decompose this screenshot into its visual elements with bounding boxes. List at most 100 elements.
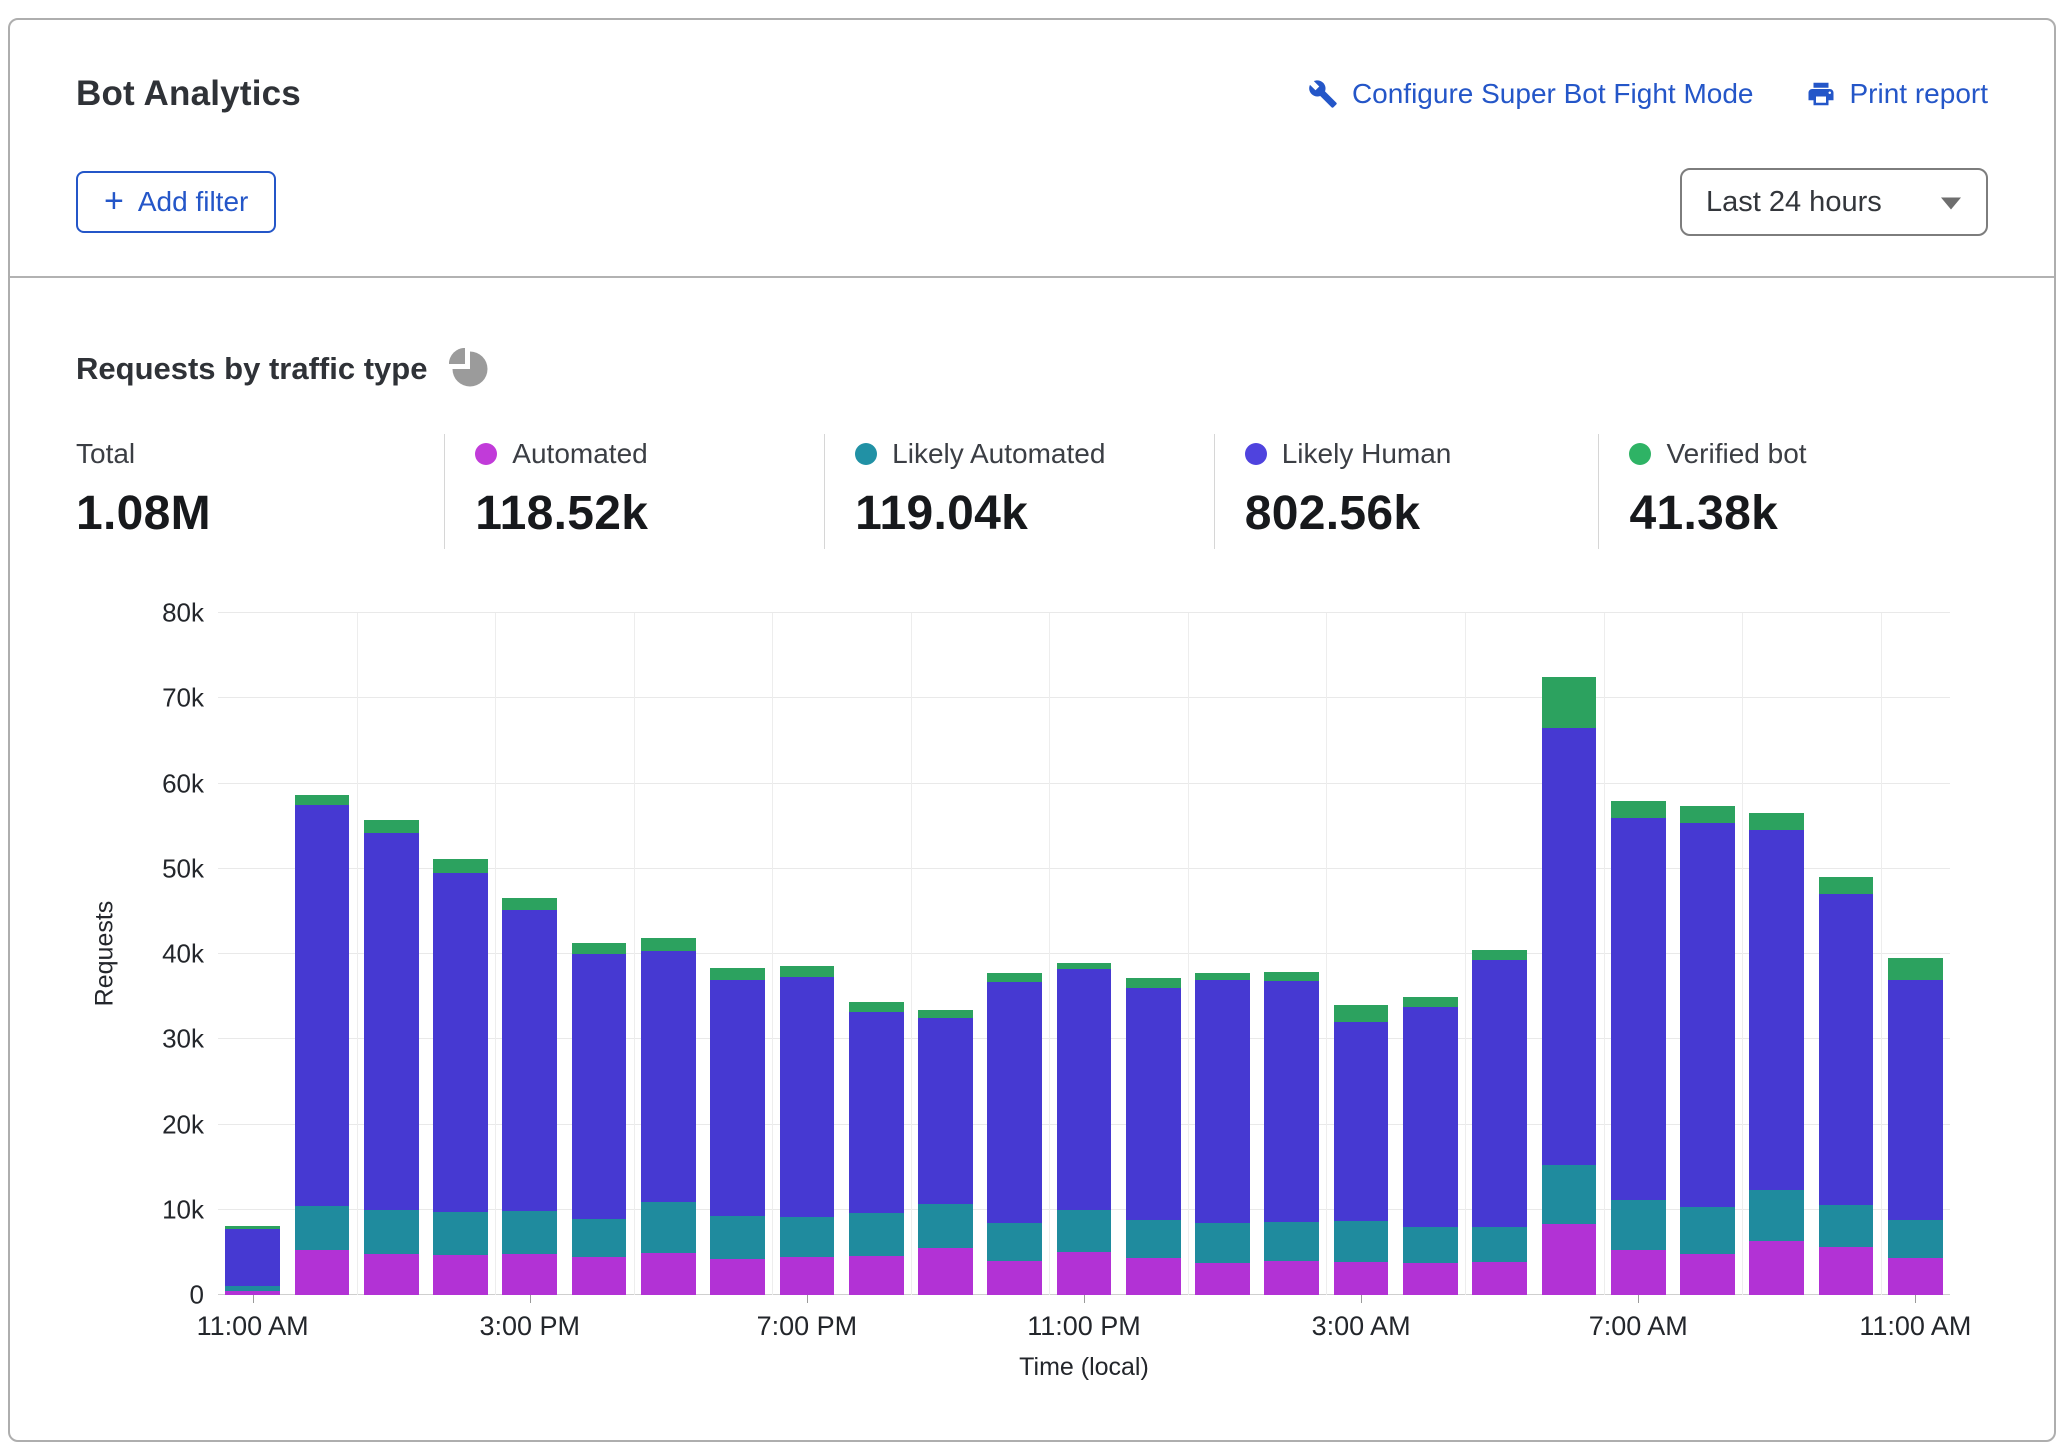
requests-chart: Requests 010k20k30k40k50k60k70k80k 11:00… <box>76 613 1988 1403</box>
bot-analytics-card: Bot Analytics Configure Super Bot Fight … <box>8 18 2056 1442</box>
y-tick-label: 50k <box>162 853 204 884</box>
bar-segment-verified-bot <box>1680 806 1735 823</box>
bar-segment-likely-human <box>1126 988 1181 1220</box>
bar-segment-likely-human <box>1611 818 1666 1200</box>
add-filter-button[interactable]: + Add filter <box>76 171 276 233</box>
bar-segment-likely-automated <box>225 1286 280 1291</box>
bar-7-00-am <box>1611 613 1666 1295</box>
y-tick-label: 0 <box>190 1280 204 1311</box>
v-gridline <box>1326 613 1327 1295</box>
stat-label: Total <box>76 438 135 470</box>
bar-segment-likely-human <box>1403 1007 1458 1227</box>
bar-segment-likely-automated <box>1749 1190 1804 1241</box>
bar-segment-verified-bot <box>295 795 350 805</box>
configure-link-label: Configure Super Bot Fight Mode <box>1352 78 1754 110</box>
bar-9-00-am <box>1749 613 1804 1295</box>
bar-segment-automated <box>433 1255 488 1295</box>
bar-segment-verified-bot <box>710 968 765 980</box>
bar-segment-automated <box>502 1254 557 1295</box>
y-tick-label: 40k <box>162 939 204 970</box>
bar-segment-likely-human <box>364 833 419 1210</box>
bar-segment-likely-automated <box>641 1202 696 1253</box>
bar-segment-likely-automated <box>1264 1222 1319 1261</box>
bar-segment-likely-human <box>918 1018 973 1204</box>
bar-segment-automated <box>1611 1250 1666 1295</box>
bar-12-00-pm <box>295 613 350 1295</box>
automated-dot-icon <box>475 443 497 465</box>
bar-10-00-am <box>1819 613 1874 1295</box>
section-heading: Requests by traffic type <box>76 351 427 387</box>
bar-segment-verified-bot <box>1334 1005 1389 1022</box>
verified-bot-dot-icon <box>1629 443 1651 465</box>
bar-segment-automated <box>364 1254 419 1295</box>
bar-segment-automated <box>1542 1224 1597 1295</box>
bar-segment-automated <box>1334 1262 1389 1295</box>
y-tick-label: 20k <box>162 1109 204 1140</box>
bar-segment-verified-bot <box>225 1226 280 1229</box>
stat-verified-bot: Verified bot 41.38k <box>1598 434 1988 549</box>
bar-segment-likely-human <box>1334 1022 1389 1221</box>
bar-segment-verified-bot <box>502 898 557 910</box>
bar-1-00-pm <box>364 613 419 1295</box>
time-range-select[interactable]: Last 24 hours <box>1680 168 1988 236</box>
print-link-label: Print report <box>1850 78 1989 110</box>
bar-segment-likely-automated <box>1611 1200 1666 1250</box>
bar-segment-likely-automated <box>1126 1220 1181 1258</box>
stat-automated: Automated 118.52k <box>444 434 824 549</box>
bar-8-00-pm <box>849 613 904 1295</box>
bar-segment-verified-bot <box>572 943 627 954</box>
bar-12-00-am <box>1126 613 1181 1295</box>
bar-segment-likely-human <box>225 1229 280 1286</box>
bar-segment-likely-automated <box>1819 1205 1874 1248</box>
bar-segment-likely-human <box>1819 894 1874 1204</box>
bar-segment-verified-bot <box>987 973 1042 982</box>
bar-segment-automated <box>1403 1263 1458 1295</box>
likely-human-dot-icon <box>1245 443 1267 465</box>
card-header: Bot Analytics Configure Super Bot Fight … <box>10 20 2054 278</box>
v-gridline <box>911 613 912 1295</box>
stat-value: 119.04k <box>855 486 1214 541</box>
bar-segment-likely-human <box>1680 823 1735 1207</box>
plus-icon: + <box>104 184 124 218</box>
y-tick-label: 70k <box>162 683 204 714</box>
bar-segment-verified-bot <box>780 966 835 977</box>
bar-segment-automated <box>1819 1247 1874 1295</box>
bar-10-00-pm <box>987 613 1042 1295</box>
card-content: Requests by traffic type Total 1.08M <box>10 278 2054 1403</box>
bar-segment-likely-human <box>710 980 765 1216</box>
stat-value: 118.52k <box>475 486 824 541</box>
x-tick-label: 7:00 PM <box>757 1311 858 1342</box>
bar-segment-likely-automated <box>364 1210 419 1254</box>
print-report-link[interactable]: Print report <box>1806 78 1989 110</box>
bar-segment-likely-automated <box>433 1212 488 1255</box>
bar-segment-automated <box>849 1256 904 1295</box>
bar-segment-likely-human <box>1888 980 1943 1220</box>
bar-11-00-am <box>1888 613 1943 1295</box>
bar-plot <box>218 613 1950 1295</box>
bar-segment-verified-bot <box>364 820 419 833</box>
bar-segment-verified-bot <box>1126 978 1181 988</box>
stat-likely-human: Likely Human 802.56k <box>1214 434 1599 549</box>
bar-segment-likely-automated <box>295 1206 350 1250</box>
x-tick-label: 11:00 PM <box>1027 1311 1141 1342</box>
bar-segment-likely-human <box>780 977 835 1217</box>
bar-segment-automated <box>710 1259 765 1295</box>
stat-label: Automated <box>512 438 647 470</box>
configure-super-bot-fight-mode-link[interactable]: Configure Super Bot Fight Mode <box>1308 78 1754 110</box>
chevron-down-icon <box>1940 186 1962 219</box>
bar-segment-verified-bot <box>1888 958 1943 979</box>
y-tick-label: 60k <box>162 768 204 799</box>
bar-segment-likely-automated <box>1403 1227 1458 1264</box>
v-gridline <box>634 613 635 1295</box>
bar-2-00-am <box>1264 613 1319 1295</box>
stat-likely-automated: Likely Automated 119.04k <box>824 434 1214 549</box>
bar-segment-likely-automated <box>1472 1227 1527 1262</box>
bar-segment-likely-automated <box>1888 1220 1943 1258</box>
bar-segment-verified-bot <box>1542 677 1597 728</box>
bar-5-00-pm <box>641 613 696 1295</box>
bar-segment-automated <box>780 1257 835 1295</box>
stat-label: Likely Automated <box>892 438 1105 470</box>
y-tick-label: 80k <box>162 598 204 629</box>
x-axis-labels: 11:00 AM3:00 PM7:00 PM11:00 PM3:00 AM7:0… <box>218 1295 1950 1347</box>
v-gridline <box>1742 613 1743 1295</box>
